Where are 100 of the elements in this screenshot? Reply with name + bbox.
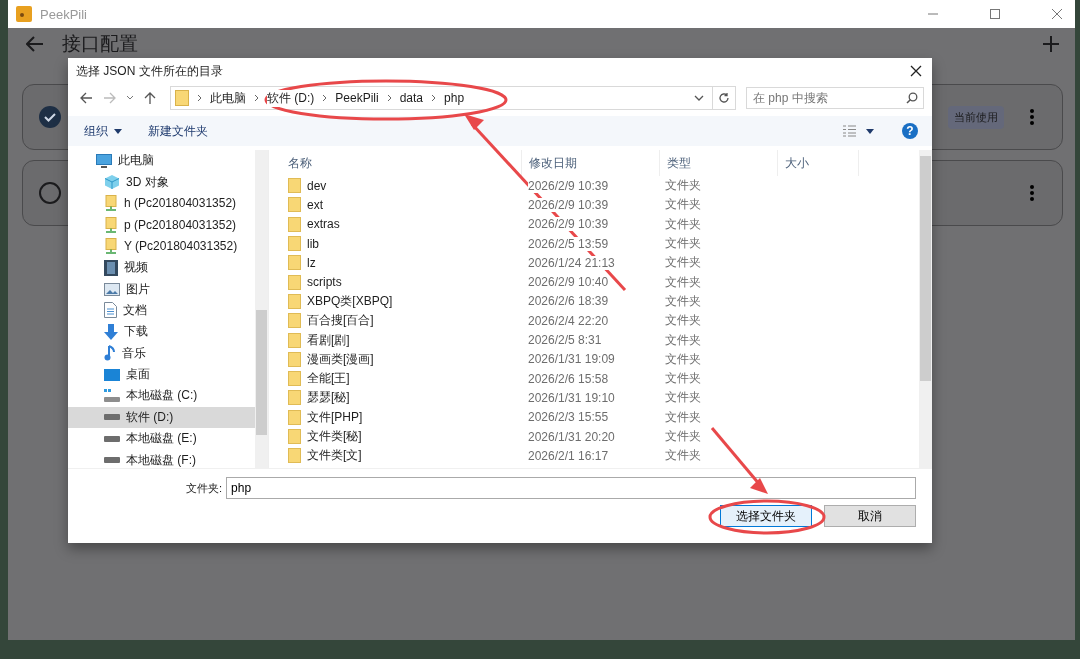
search-field[interactable]: 在 php 中搜索 [746,87,924,109]
file-name: 看剧[剧] [307,331,350,349]
modified-date: 2026/1/31 20:20 [528,429,615,444]
close-icon[interactable] [910,65,922,77]
help-button[interactable]: ? [902,123,918,139]
file-row[interactable]: 看剧[剧] 2026/2/5 8:31 文件夹 [281,330,919,350]
column-header[interactable]: 名称 [281,150,522,176]
file-row[interactable]: 文件[PHP] 2026/2/3 15:55 文件夹 [281,407,919,427]
file-row[interactable]: lib 2026/2/5 13:59 文件夹 [281,233,919,254]
scrollbar[interactable] [919,150,932,468]
breadcrumb-item[interactable]: 此电脑 [210,89,246,107]
view-options-icon[interactable] [842,125,876,137]
breadcrumb-item[interactable]: php [444,91,465,105]
file-name: 文件类[文] [307,447,362,465]
dialog-title: 选择 JSON 文件所在的目录 [76,62,223,80]
modified-date: 2026/2/9 10:39 [528,178,609,193]
folder-icon [288,197,301,213]
chevron-right-icon [197,94,202,102]
nav-item[interactable]: Y (Pc201804031352) [68,235,255,257]
file-row[interactable]: 文件类[文] 2026/2/1 16:17 文件夹 [281,446,919,466]
file-name: 文件[PHP] [307,408,363,426]
column-header[interactable]: 类型 [660,150,778,176]
nav-item[interactable]: 音乐 [68,342,255,364]
file-type: 文件夹 [665,408,701,426]
chevron-right-icon [431,94,437,102]
scrollbar[interactable] [255,150,268,468]
file-name: dev [307,178,327,193]
nav-item[interactable]: 桌面 [68,363,255,386]
file-type: 文件夹 [665,331,701,349]
breadcrumb-item[interactable]: data [399,91,424,105]
network-folder-icon [104,216,118,233]
nav-item[interactable]: 文档 [68,299,255,322]
folder-input[interactable]: php [226,477,916,499]
file-type: 文件夹 [665,215,701,233]
nav-item[interactable]: 视频 [68,256,255,279]
folder-icon [288,293,301,309]
network-folder-icon [104,238,118,255]
radio-icon[interactable] [39,182,61,204]
file-name: 瑟瑟[秘] [307,389,350,407]
breadcrumb-item[interactable]: 软件 (D:) [267,89,315,107]
cancel-button[interactable]: 取消 [824,505,916,527]
organize-menu[interactable]: 组织 [84,122,108,140]
column-header[interactable]: 修改日期 [522,150,660,176]
page-title: 接口配置 [62,32,138,56]
new-folder-button[interactable]: 新建文件夹 [148,122,208,140]
file-type: 文件夹 [665,292,701,310]
checked-radio-icon[interactable] [39,106,61,128]
nav-item[interactable]: 本地磁盘 (E:) [68,428,255,450]
chevron-right-icon [386,94,392,102]
nav-item[interactable]: 3D 对象 [68,171,255,193]
modified-date: 2026/2/9 10:39 [528,197,609,212]
download-arrow-icon [104,323,118,340]
refresh-icon[interactable] [718,92,730,104]
column-header[interactable]: 大小 [778,150,859,176]
file-row[interactable]: 文件类[秘] 2026/1/31 20:20 文件夹 [281,426,919,447]
maximize-icon[interactable] [989,8,1001,20]
modified-date: 2026/2/6 15:58 [528,371,609,386]
desktop-icon [104,368,120,381]
more-options-icon[interactable] [1030,109,1034,125]
nav-item[interactable]: 此电脑 [68,150,255,172]
file-row[interactable]: 全能[王] 2026/2/6 15:58 文件夹 [281,368,919,389]
back-arrow-icon[interactable] [26,36,44,52]
nav-item[interactable]: 软件 (D:) [68,406,255,429]
nav-item[interactable]: 本地磁盘 (F:) [68,449,255,468]
file-type: 文件夹 [665,350,701,368]
file-row[interactable]: XBPQ类[XBPQ] 2026/2/6 18:39 文件夹 [281,291,919,312]
caret-icon[interactable] [114,128,122,134]
file-name: lib [307,236,319,251]
file-row[interactable]: dev 2026/2/9 10:39 文件夹 [281,176,919,196]
nav-item[interactable]: h (Pc201804031352) [68,192,255,215]
add-icon[interactable] [1043,36,1059,52]
more-options-icon[interactable] [1030,185,1034,201]
drive-icon [104,389,120,403]
back-arrow-icon[interactable] [80,92,93,104]
modified-date: 2026/2/4 22:20 [528,313,609,328]
file-row[interactable]: 百合搜[百合] 2026/2/4 22:20 文件夹 [281,311,919,331]
file-row[interactable]: ext 2026/2/9 10:39 文件夹 [281,195,919,215]
address-bar[interactable]: 此电脑 软件 (D:) PeekPili data php [170,86,736,110]
arrow [710,427,768,494]
file-name: 漫画类[漫画] [307,350,374,368]
modified-date: 2026/2/1 16:17 [528,448,609,463]
folder-icon [288,274,301,290]
file-type: 文件夹 [665,273,701,291]
file-row[interactable]: 瑟瑟[秘] 2026/1/31 19:10 文件夹 [281,388,919,408]
folder-icon [288,371,301,387]
file-row[interactable]: 漫画类[漫画] 2026/1/31 19:09 文件夹 [281,349,919,369]
nav-item[interactable]: 下载 [68,321,255,343]
file-row[interactable]: extras 2026/2/9 10:39 文件夹 [281,214,919,234]
up-arrow-icon[interactable] [144,91,156,105]
chevron-down-icon[interactable] [126,95,134,101]
file-row[interactable]: scripts 2026/2/9 10:40 文件夹 [281,272,919,292]
nav-item[interactable]: 本地磁盘 (C:) [68,385,255,407]
nav-item[interactable]: 图片 [68,278,255,300]
chevron-down-icon[interactable] [694,95,704,101]
status-badge: 当前使用 [948,105,1004,129]
file-row[interactable]: lz 2026/1/24 21:13 文件夹 [281,253,919,273]
select-folder-button[interactable]: 选择文件夹 [720,505,812,527]
file-name: 百合搜[百合] [307,312,374,330]
nav-item[interactable]: p (Pc201804031352) [68,214,255,236]
breadcrumb-item[interactable]: PeekPili [335,91,379,105]
